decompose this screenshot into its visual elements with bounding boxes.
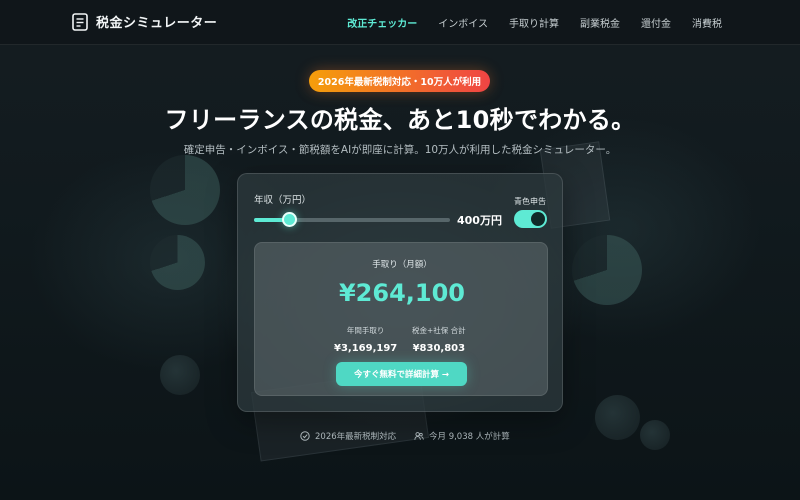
- nav-item-reform-checker[interactable]: 改正チェッカー: [347, 15, 417, 30]
- hero-subtitle: 確定申告・インボイス・節税額をAIが即座に計算。10万人が利用した税金シミュレー…: [183, 144, 617, 156]
- coin-decoration: [160, 355, 200, 395]
- result-label: 手取り（月額）: [372, 260, 432, 270]
- stat-value: ¥3,169,197: [334, 343, 398, 354]
- site-header: 税金シミュレーター 改正チェッカー インボイス 手取り計算 副業税金 還付金 消…: [0, 0, 800, 45]
- annual-take-home-stat: 年間手取り ¥3,169,197: [334, 325, 397, 354]
- income-label: 年収（万円）: [254, 195, 312, 206]
- income-value: 400万円: [457, 214, 502, 227]
- toggle-knob: [531, 212, 545, 226]
- calculator-card: 年収（万円） 400万円 青色申告 手取り（月額） ¥264,100 年間手取り…: [237, 173, 563, 412]
- monthly-take-home-amount: ¥264,100: [338, 279, 465, 307]
- hero-title: フリーランスの税金、あと10秒でわかる。: [164, 106, 636, 134]
- nav-item-take-home[interactable]: 手取り計算: [509, 15, 559, 30]
- promo-badge: 2026年最新税制対応・10万人が利用: [309, 70, 490, 92]
- main-nav: 改正チェッカー インボイス 手取り計算 副業税金 還付金 消費税: [347, 15, 722, 30]
- blue-return-toggle[interactable]: [514, 210, 547, 228]
- trust-item-users: 今月 9,038 人が計算: [414, 430, 510, 442]
- income-slider[interactable]: [254, 212, 450, 227]
- nav-item-invoice[interactable]: インボイス: [438, 15, 488, 30]
- users-icon: [414, 432, 424, 440]
- logo-text: 税金シミュレーター: [96, 16, 218, 31]
- nav-item-side-job-tax[interactable]: 副業税金: [580, 15, 620, 30]
- stat-label: 年間手取り: [346, 326, 385, 335]
- document-icon: [72, 12, 88, 31]
- trust-item-tax-reform: 2026年最新税制対応: [300, 430, 396, 442]
- nav-item-consumption-tax[interactable]: 消費税: [692, 15, 722, 30]
- coin-decoration: [595, 395, 640, 440]
- stat-label: 税金+社保 合計: [412, 326, 466, 335]
- stat-value: ¥830,803: [412, 343, 466, 354]
- check-circle-icon: [300, 431, 310, 441]
- tax-social-total-stat: 税金+社保 合計 ¥830,803: [412, 325, 466, 354]
- pie-chart-decoration: [150, 155, 220, 225]
- slider-thumb[interactable]: [282, 212, 298, 227]
- result-panel: 手取り（月額） ¥264,100 年間手取り ¥3,169,197 税金+社保 …: [254, 242, 548, 396]
- blue-return-label: 青色申告: [514, 197, 546, 206]
- site-logo[interactable]: 税金シミュレーター: [72, 12, 217, 31]
- pie-chart-decoration: [572, 235, 642, 305]
- nav-item-refund[interactable]: 還付金: [641, 15, 671, 30]
- trust-text: 2026年最新税制対応: [315, 432, 397, 442]
- trust-text: 今月 9,038 人が計算: [429, 432, 510, 442]
- coin-decoration: [640, 420, 670, 450]
- pie-chart-decoration: [150, 235, 205, 290]
- detailed-calc-button[interactable]: 今すぐ無料で詳細計算 →: [336, 362, 467, 386]
